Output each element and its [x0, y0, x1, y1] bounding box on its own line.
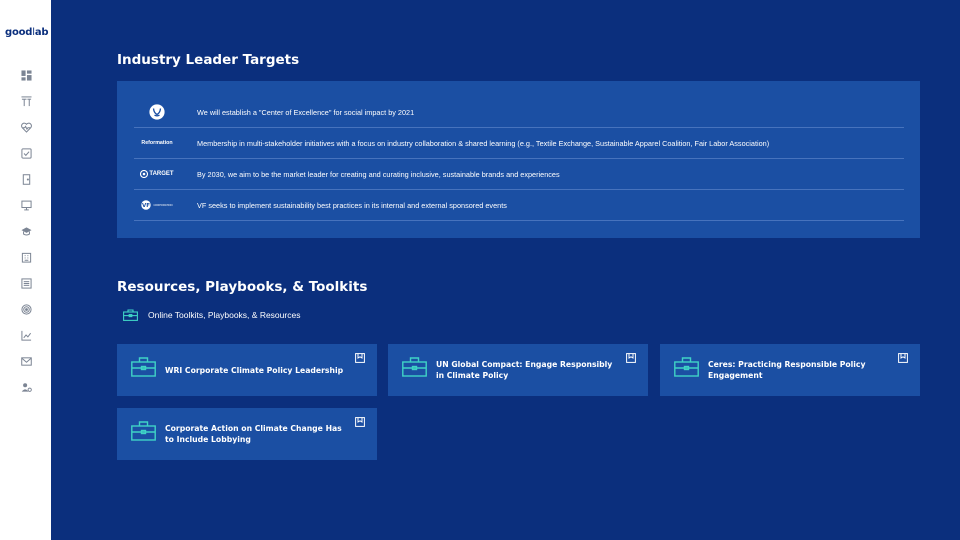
dashboard-icon[interactable] [20, 69, 32, 81]
list-icon[interactable] [20, 277, 32, 289]
target-bullseye-icon [140, 170, 149, 178]
industry-title: Industry Leader Targets [117, 52, 300, 68]
target-text: VF seeks to implement sustainability bes… [197, 200, 507, 210]
bookmark-icon [355, 353, 365, 363]
resource-card-title: WRI Corporate Climate Policy Leadership [165, 365, 344, 375]
svg-text:VF: VF [142, 203, 150, 209]
target-logo: TARGET [134, 170, 180, 178]
main-content: Industry Leader Targets We will establis… [51, 0, 960, 540]
users-icon[interactable] [20, 381, 32, 393]
toolbox-icon [123, 309, 138, 321]
heart-pulse-icon[interactable] [20, 121, 32, 133]
mail-icon[interactable] [20, 355, 32, 367]
target-row-vf: VF CORPORATION VF seeks to implement sus… [134, 190, 904, 221]
online-toolkits-label: Online Toolkits, Playbooks, & Resources [148, 310, 301, 320]
chart-icon[interactable] [20, 329, 32, 341]
monitor-icon[interactable] [20, 199, 32, 211]
target-text: Membership in multi-stakeholder initiati… [197, 138, 770, 148]
lululemon-logo-icon [134, 104, 180, 120]
toolbox-icon [402, 357, 427, 377]
bookmark-icon [355, 417, 365, 427]
target-row-reformation: Reformation Membership in multi-stakehol… [134, 128, 904, 159]
reformation-logo: Reformation [141, 140, 173, 146]
resource-card[interactable]: UN Global Compact: Engage Responsibly in… [388, 344, 648, 396]
checkbox-icon[interactable] [20, 147, 32, 159]
vf-logo-icon: VF [141, 200, 152, 210]
vf-logo: VF CORPORATION [134, 200, 180, 210]
target-text: We will establish a "Center of Excellenc… [197, 107, 415, 117]
resource-card-title: Corporate Action on Climate Change Has t… [165, 424, 342, 444]
app-logo[interactable]: goodlab [5, 27, 49, 38]
toolbox-icon [131, 421, 156, 441]
door-icon[interactable] [20, 173, 32, 185]
online-toolkits-link[interactable]: Online Toolkits, Playbooks, & Resources [123, 309, 300, 321]
graduation-cap-icon[interactable] [20, 225, 32, 237]
text-format-icon[interactable] [20, 95, 32, 107]
resources-title: Resources, Playbooks, & Toolkits [117, 279, 368, 295]
toolbox-icon [674, 357, 699, 377]
sidebar: goodlab [0, 0, 51, 540]
resource-card[interactable]: WRI Corporate Climate Policy Leadership [117, 344, 377, 396]
toolbox-icon [131, 357, 156, 377]
resource-card[interactable]: Corporate Action on Climate Change Has t… [117, 408, 377, 460]
target-text: By 2030, we aim to be the market leader … [197, 169, 560, 179]
bookmark-icon [898, 353, 908, 363]
target-row-target: TARGET By 2030, we aim to be the market … [134, 159, 904, 190]
industry-targets-panel: We will establish a "Center of Excellenc… [117, 81, 920, 238]
bookmark-icon [626, 353, 636, 363]
resource-card[interactable]: Ceres: Practicing Responsible Policy Eng… [660, 344, 920, 396]
resource-card-title: UN Global Compact: Engage Responsibly in… [436, 360, 613, 380]
target-row-lululemon: We will establish a "Center of Excellenc… [134, 97, 904, 128]
resource-card-title: Ceres: Practicing Responsible Policy Eng… [708, 360, 866, 380]
target-icon[interactable] [20, 303, 32, 315]
building-icon[interactable] [20, 251, 32, 263]
